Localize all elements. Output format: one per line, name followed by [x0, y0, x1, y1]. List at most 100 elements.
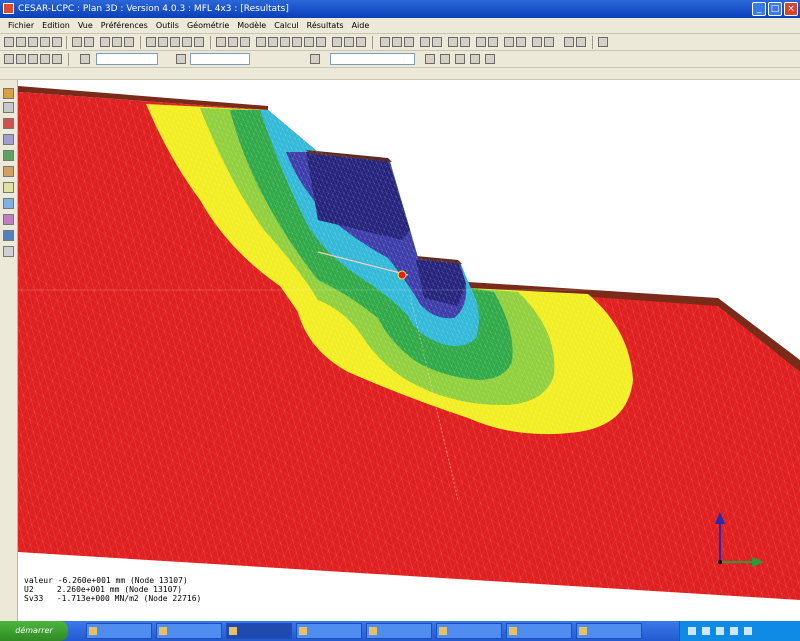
taskbar-item[interactable]	[156, 623, 222, 639]
zoom-in-icon[interactable]	[146, 37, 156, 47]
pan-icon[interactable]	[216, 37, 226, 47]
start-button[interactable]: démarrer	[0, 621, 68, 641]
layer-icon[interactable]	[356, 37, 366, 47]
open-file-icon[interactable]	[16, 37, 26, 47]
display-1-icon[interactable]	[425, 54, 435, 64]
maximize-button[interactable]: □	[768, 2, 782, 16]
tray-icon[interactable]	[716, 627, 724, 635]
element-icon[interactable]	[280, 37, 290, 47]
material-select[interactable]	[330, 53, 415, 65]
extrude-icon[interactable]	[3, 166, 14, 177]
result-8-icon[interactable]	[516, 37, 526, 47]
undo-icon[interactable]	[72, 37, 82, 47]
cut-tool-icon[interactable]	[3, 182, 14, 193]
display-2-icon[interactable]	[440, 54, 450, 64]
result-9-icon[interactable]	[532, 37, 542, 47]
point-icon[interactable]	[3, 118, 14, 129]
info-icon[interactable]	[3, 246, 14, 257]
tray-icon[interactable]	[744, 627, 752, 635]
result-2-icon[interactable]	[432, 37, 442, 47]
print-icon[interactable]	[52, 37, 62, 47]
filter-icon[interactable]	[176, 54, 186, 64]
pointer-icon[interactable]	[3, 88, 14, 99]
display-5-icon[interactable]	[485, 54, 495, 64]
taskbar-item[interactable]	[86, 623, 152, 639]
rotate-icon[interactable]	[228, 37, 238, 47]
light-icon[interactable]	[380, 37, 390, 47]
taskbar-item[interactable]	[296, 623, 362, 639]
tray-icon[interactable]	[702, 627, 710, 635]
arrow-down-icon[interactable]	[16, 54, 26, 64]
group-icon[interactable]	[344, 37, 354, 47]
shading-icon[interactable]	[404, 37, 414, 47]
check-icon[interactable]	[28, 54, 38, 64]
material-select-icon[interactable]	[310, 54, 320, 64]
result-4-icon[interactable]	[460, 37, 470, 47]
result-1-icon[interactable]	[420, 37, 430, 47]
zoom-window-icon[interactable]	[170, 37, 180, 47]
zoom-all-icon[interactable]	[182, 37, 192, 47]
axis-icon[interactable]	[3, 230, 14, 241]
layer-select[interactable]	[96, 53, 158, 65]
green-arrow-icon[interactable]	[40, 54, 50, 64]
result-11-icon[interactable]	[564, 37, 574, 47]
taskbar-item-active[interactable]	[226, 623, 292, 639]
material-icon[interactable]	[332, 37, 342, 47]
taskbar-item[interactable]	[366, 623, 432, 639]
load-icon[interactable]	[316, 37, 326, 47]
display-3-icon[interactable]	[455, 54, 465, 64]
menu-calcul[interactable]: Calcul	[270, 18, 302, 33]
save-icon[interactable]	[28, 37, 38, 47]
readout-u-label: U2	[24, 585, 34, 594]
menu-edition[interactable]: Edition	[38, 18, 74, 33]
save-all-icon[interactable]	[40, 37, 50, 47]
result-12-icon[interactable]	[576, 37, 586, 47]
menu-aide[interactable]: Aide	[348, 18, 374, 33]
menu-fichier[interactable]: Fichier	[4, 18, 38, 33]
view-icon[interactable]	[240, 37, 250, 47]
settings-icon[interactable]	[598, 37, 608, 47]
menu-vue[interactable]: Vue	[74, 18, 97, 33]
color-icon[interactable]	[392, 37, 402, 47]
model-viewport[interactable]	[18, 80, 800, 621]
measure-icon[interactable]	[3, 198, 14, 209]
result-10-icon[interactable]	[544, 37, 554, 47]
zoom-previous-icon[interactable]	[194, 37, 204, 47]
display-4-icon[interactable]	[470, 54, 480, 64]
cut-icon[interactable]	[100, 37, 110, 47]
tray-icon[interactable]	[688, 627, 696, 635]
arc-icon[interactable]	[4, 54, 14, 64]
menu-resultats[interactable]: Résultats	[303, 18, 348, 33]
taskbar-item[interactable]	[576, 623, 642, 639]
taskbar-item[interactable]	[436, 623, 502, 639]
redo-icon[interactable]	[84, 37, 94, 47]
menu-preferences[interactable]: Préférences	[97, 18, 152, 33]
new-file-icon[interactable]	[4, 37, 14, 47]
diamond-icon[interactable]	[52, 54, 62, 64]
result-3-icon[interactable]	[448, 37, 458, 47]
close-button[interactable]: ×	[784, 2, 798, 16]
mesh-icon[interactable]	[292, 37, 302, 47]
group-select[interactable]	[190, 53, 250, 65]
menu-modele[interactable]: Modèle	[233, 18, 270, 33]
result-5-icon[interactable]	[476, 37, 486, 47]
zoom-out-icon[interactable]	[158, 37, 168, 47]
minimize-button[interactable]: _	[752, 2, 766, 16]
menu-geometrie[interactable]: Géométrie	[183, 18, 233, 33]
volume-icon[interactable]	[3, 150, 14, 161]
result-6-icon[interactable]	[488, 37, 498, 47]
page-icon[interactable]	[80, 54, 90, 64]
fe-contour-plot[interactable]	[18, 80, 800, 621]
taskbar-item[interactable]	[506, 623, 572, 639]
menu-outils[interactable]: Outils	[152, 18, 183, 33]
paste-icon[interactable]	[124, 37, 134, 47]
select-icon[interactable]	[256, 37, 266, 47]
node-icon[interactable]	[268, 37, 278, 47]
property-icon[interactable]	[3, 214, 14, 225]
boundary-icon[interactable]	[304, 37, 314, 47]
line-icon[interactable]	[3, 102, 14, 113]
surface-icon[interactable]	[3, 134, 14, 145]
tray-icon[interactable]	[730, 627, 738, 635]
result-7-icon[interactable]	[504, 37, 514, 47]
copy-icon[interactable]	[112, 37, 122, 47]
